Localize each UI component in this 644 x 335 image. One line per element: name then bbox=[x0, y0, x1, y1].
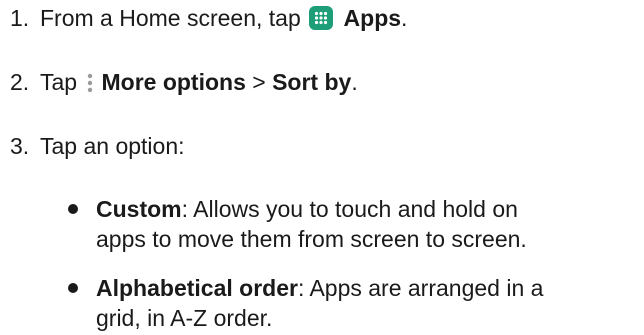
step-prefix: From a Home screen, tap bbox=[40, 5, 301, 31]
step-text: From a Home screen, tap Apps. bbox=[40, 4, 407, 32]
option-label: Custom bbox=[96, 196, 182, 222]
step-number: 1. bbox=[10, 5, 30, 31]
option-line-1: Custom: Allows you to touch and hold on bbox=[96, 194, 518, 224]
step-text: Tap an option: bbox=[40, 133, 185, 159]
option-line-1: Alphabetical order: Apps are arranged in… bbox=[96, 273, 543, 303]
step-number: 2. bbox=[10, 69, 30, 95]
apps-label: Apps bbox=[343, 5, 402, 31]
step-number: 3. bbox=[10, 133, 30, 159]
bullet-icon bbox=[68, 283, 78, 293]
step-suffix: . bbox=[401, 5, 408, 31]
option-line-2: apps to move them from screen to screen. bbox=[96, 226, 527, 252]
instructions-document: 1. From a Home screen, tap Apps. 2. Tap … bbox=[0, 0, 644, 335]
step-prefix: Tap bbox=[40, 69, 78, 95]
step-text: Tap More options > Sort by. bbox=[40, 68, 358, 96]
apps-grid-icon bbox=[309, 6, 334, 30]
bullet-icon bbox=[68, 204, 78, 214]
option-line-2: grid, in A-Z order. bbox=[96, 305, 273, 331]
more-options-label: More options bbox=[101, 69, 246, 95]
option-custom: Custom: Allows you to touch and hold on … bbox=[0, 194, 644, 256]
step-suffix: . bbox=[351, 69, 358, 95]
option-desc: : Allows you to touch and hold on bbox=[181, 196, 518, 222]
menu-separator: > bbox=[245, 69, 273, 95]
option-alphabetical-order: Alphabetical order: Apps are arranged in… bbox=[0, 273, 644, 335]
option-label: Alphabetical order bbox=[96, 275, 298, 301]
option-desc: : Apps are arranged in a bbox=[297, 275, 544, 301]
sort-by-label: Sort by bbox=[272, 69, 352, 95]
more-options-vertical-dots-icon bbox=[85, 71, 95, 95]
